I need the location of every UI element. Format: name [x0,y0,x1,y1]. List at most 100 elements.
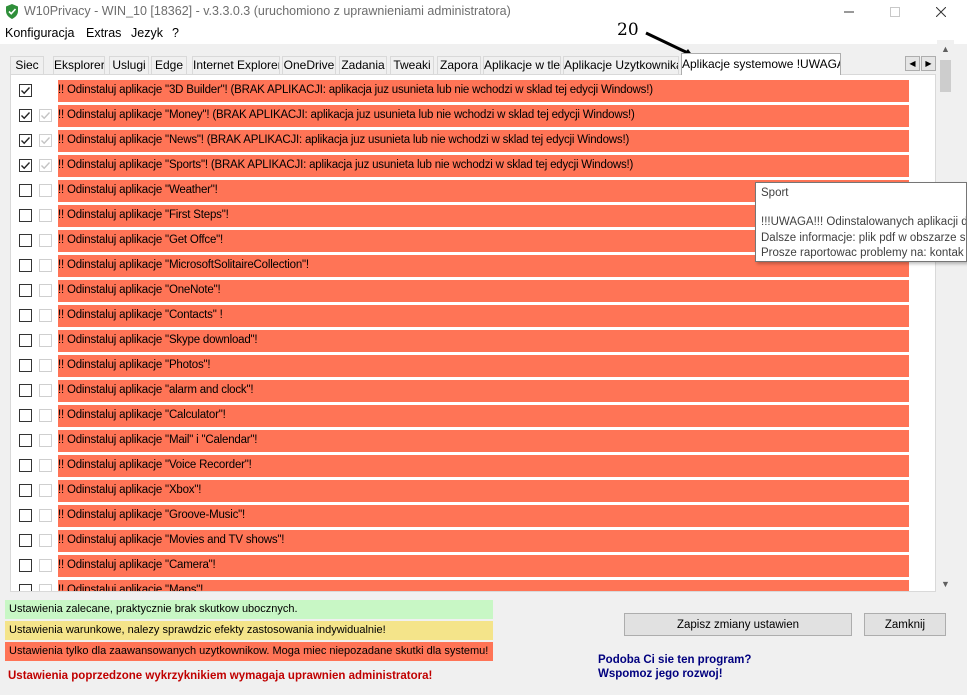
list-item: !! Odinstaluj aplikacje "Maps"! [11,580,935,591]
save-settings-button[interactable]: Zapisz zmiany ustawien [624,613,852,636]
secondary-checkbox[interactable] [39,309,52,322]
secondary-checkbox[interactable] [39,534,52,547]
setting-label[interactable]: !! Odinstaluj aplikacje "Calculator"! [58,405,909,427]
setting-checkbox[interactable] [19,484,32,497]
setting-label[interactable]: !! Odinstaluj aplikacje "Sports"! (BRAK … [58,155,909,177]
tab-aplikacje-uzytkownika[interactable]: Aplikacje Uzytkownika [563,56,679,75]
maximize-button[interactable] [872,0,918,24]
secondary-checkbox[interactable] [39,159,52,172]
setting-checkbox[interactable] [19,109,32,122]
secondary-checkbox[interactable] [39,109,52,122]
setting-label[interactable]: !! Odinstaluj aplikacje "Mail" i "Calend… [58,430,909,452]
tab-scroll-left-button[interactable]: ◀ [905,56,920,71]
setting-checkbox[interactable] [19,459,32,472]
list-item: !! Odinstaluj aplikacje "3D Builder"! (B… [11,80,935,102]
tab-uslugi[interactable]: Uslugi [109,56,149,75]
minimize-button[interactable] [826,0,872,24]
tab-scroll-right-button[interactable]: ▶ [921,56,936,71]
setting-label[interactable]: !! Odinstaluj aplikacje "Money"! (BRAK A… [58,105,909,127]
setting-label[interactable]: !! Odinstaluj aplikacje "Voice Recorder"… [58,455,909,477]
tab-siec[interactable]: Siec [10,56,44,75]
list-item: !! Odinstaluj aplikacje "Voice Recorder"… [11,455,935,477]
setting-label[interactable]: !! Odinstaluj aplikacje "Contacts" ! [58,305,909,327]
setting-checkbox[interactable] [19,359,32,372]
menu-jezyk[interactable]: Jezyk [131,26,163,40]
setting-label[interactable]: !! Odinstaluj aplikacje "Photos"! [58,355,909,377]
tooltip-title: Sport [761,187,789,199]
setting-label[interactable]: !! Odinstaluj aplikacje "Maps"! [58,580,909,591]
list-item: !! Odinstaluj aplikacje "Groove-Music"! [11,505,935,527]
setting-checkbox[interactable] [19,209,32,222]
setting-checkbox[interactable] [19,259,32,272]
setting-checkbox[interactable] [19,409,32,422]
secondary-checkbox[interactable] [39,509,52,522]
secondary-checkbox[interactable] [39,559,52,572]
legend-recommended: Ustawienia zalecane, praktycznie brak sk… [5,600,493,619]
close-button[interactable]: Zamknij [864,613,946,636]
scroll-up-icon[interactable]: ▲ [937,40,954,57]
setting-checkbox[interactable] [19,134,32,147]
tab-edge[interactable]: Edge [151,56,187,75]
setting-label[interactable]: !! Odinstaluj aplikacje "Movies and TV s… [58,530,909,552]
list-item: !! Odinstaluj aplikacje "Xbox"! [11,480,935,502]
menu-konfiguracja[interactable]: Konfiguracja [5,26,75,40]
setting-checkbox[interactable] [19,309,32,322]
secondary-checkbox[interactable] [39,359,52,372]
list-item: !! Odinstaluj aplikacje "Movies and TV s… [11,530,935,552]
secondary-checkbox[interactable] [39,234,52,247]
secondary-checkbox[interactable] [39,584,52,591]
tab-zadania[interactable]: Zadania [339,56,387,75]
tab-onedrive[interactable]: OneDrive [282,56,336,75]
promo-line-2[interactable]: Wspomoz jego rozwoj! [598,668,723,680]
secondary-checkbox[interactable] [39,184,52,197]
close-window-button[interactable] [918,0,964,24]
scroll-down-icon[interactable]: ▼ [937,575,954,592]
secondary-checkbox[interactable] [39,409,52,422]
setting-label[interactable]: !! Odinstaluj aplikacje "OneNote"! [58,280,909,302]
menu-extras[interactable]: Extras [86,26,121,40]
setting-label[interactable]: !! Odinstaluj aplikacje "Camera"! [58,555,909,577]
setting-checkbox[interactable] [19,384,32,397]
setting-checkbox[interactable] [19,534,32,547]
legend-conditional: Ustawienia warunkowe, nalezy sprawdzic e… [5,621,493,640]
arrow-left-icon: ◀ [909,59,916,68]
promo-line-1[interactable]: Podoba Ci sie ten program? [598,654,751,666]
annotation-number: 20 [617,20,639,40]
tab-aplikacje-systemowe[interactable]: Aplikacje systemowe !UWAGA! [681,53,841,75]
setting-checkbox[interactable] [19,159,32,172]
list-item: !! Odinstaluj aplikacje "News"! (BRAK AP… [11,130,935,152]
secondary-checkbox[interactable] [39,484,52,497]
setting-checkbox[interactable] [19,559,32,572]
secondary-checkbox[interactable] [39,334,52,347]
setting-label[interactable]: !! Odinstaluj aplikacje "Xbox"! [58,480,909,502]
vertical-scrollbar[interactable]: ▲ ▼ [937,40,954,592]
setting-checkbox[interactable] [19,584,32,591]
scrollbar-thumb[interactable] [940,60,951,92]
secondary-checkbox[interactable] [39,284,52,297]
setting-label[interactable]: !! Odinstaluj aplikacje "3D Builder"! (B… [58,80,909,102]
tab-internet-explorer[interactable]: Internet Explorer [192,56,280,75]
tab-tweaki[interactable]: Tweaki [390,56,434,75]
setting-label[interactable]: !! Odinstaluj aplikacje "Groove-Music"! [58,505,909,527]
secondary-checkbox[interactable] [39,209,52,222]
secondary-checkbox[interactable] [39,459,52,472]
setting-checkbox[interactable] [19,184,32,197]
secondary-checkbox[interactable] [39,384,52,397]
setting-checkbox[interactable] [19,84,32,97]
setting-label[interactable]: !! Odinstaluj aplikacje "News"! (BRAK AP… [58,130,909,152]
secondary-checkbox[interactable] [39,134,52,147]
tab-eksplorer[interactable]: Eksplorer [53,56,105,75]
secondary-checkbox[interactable] [39,434,52,447]
menu-help[interactable]: ? [172,26,179,40]
setting-checkbox[interactable] [19,509,32,522]
setting-checkbox[interactable] [19,234,32,247]
setting-label[interactable]: !! Odinstaluj aplikacje "Skype download"… [58,330,909,352]
tab-zapora[interactable]: Zapora [437,56,481,75]
app-window: W10Privacy - WIN_10 [18362] - v.3.3.0.3 … [0,0,967,695]
setting-checkbox[interactable] [19,284,32,297]
setting-checkbox[interactable] [19,334,32,347]
tab-aplikacje-w-tle[interactable]: Aplikacje w tle [483,56,561,75]
setting-checkbox[interactable] [19,434,32,447]
setting-label[interactable]: !! Odinstaluj aplikacje "alarm and clock… [58,380,909,402]
secondary-checkbox[interactable] [39,259,52,272]
